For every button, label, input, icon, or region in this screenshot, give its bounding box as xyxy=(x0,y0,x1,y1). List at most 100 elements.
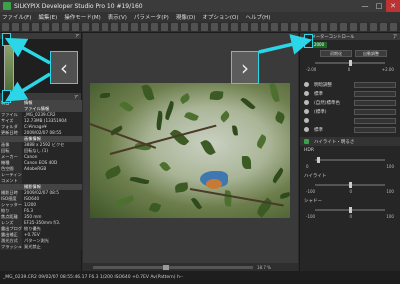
toolbar-icon[interactable] xyxy=(340,23,348,31)
toolbar-icon[interactable] xyxy=(230,23,238,31)
toolbar-icon[interactable] xyxy=(220,23,228,31)
menu-parameter[interactable]: パラメータ(P) xyxy=(134,13,169,21)
preview-area[interactable]: 18.7 % xyxy=(83,33,298,271)
toolbar-icon[interactable] xyxy=(131,23,139,31)
info-table: 項目情報ファイル情報ファイル_MG_0239.CR2サイズ12.73MB (13… xyxy=(0,100,82,250)
toolbar-icon[interactable] xyxy=(240,23,248,31)
toolbar-icon[interactable] xyxy=(380,23,388,31)
leaf xyxy=(163,100,176,121)
menu-view[interactable]: 表示(V) xyxy=(108,13,127,21)
preview-photo[interactable] xyxy=(90,83,290,218)
menu-file[interactable]: ファイル(F) xyxy=(2,13,31,21)
toolbar-icon[interactable] xyxy=(111,23,119,31)
hdr-slider[interactable] xyxy=(315,156,385,163)
parameter-control-header: パラメーターコントロール ア xyxy=(300,33,400,40)
value-box[interactable]: 2000 xyxy=(311,41,328,48)
close-button[interactable]: ✕ xyxy=(386,0,400,12)
toolbar-icon[interactable] xyxy=(2,23,9,31)
toolbar-icon[interactable] xyxy=(121,23,129,31)
param-dropdown[interactable] xyxy=(354,99,396,106)
toolbar-icon[interactable] xyxy=(181,23,189,31)
reset-button[interactable]: 初期化 xyxy=(320,50,352,57)
toolbar-icon[interactable] xyxy=(360,23,368,31)
toolbar-icon[interactable] xyxy=(91,23,99,31)
thumbnail-image[interactable] xyxy=(4,45,14,95)
toolbar-icon[interactable] xyxy=(310,23,318,31)
leaf xyxy=(231,125,239,136)
zoom-slider[interactable] xyxy=(93,264,253,270)
toolbar-icon[interactable] xyxy=(61,23,69,31)
toolbar-icon[interactable] xyxy=(141,23,149,31)
toolbar-icon[interactable] xyxy=(161,23,169,31)
toolbar-icon[interactable] xyxy=(260,23,268,31)
param-row[interactable]: 標準 xyxy=(300,125,400,134)
param-row[interactable] xyxy=(300,116,400,125)
toolbar-icon[interactable] xyxy=(191,23,199,31)
preview-scrollbar[interactable]: 18.7 % xyxy=(83,263,298,271)
menu-edit[interactable]: 編集(E) xyxy=(38,13,57,21)
hdr-slider-thumb[interactable] xyxy=(317,156,320,163)
toolbar-icon[interactable] xyxy=(370,23,378,31)
hi-slider[interactable] xyxy=(315,181,385,188)
next-image-button[interactable]: › xyxy=(231,51,259,84)
param-dropdown[interactable] xyxy=(354,117,396,124)
param-row[interactable]: (自然)標準色 xyxy=(300,98,400,107)
menu-mode[interactable]: 操作モード(M) xyxy=(64,13,101,21)
right-panel-toggle-highlight[interactable] xyxy=(304,34,313,48)
toolbar-icon[interactable] xyxy=(51,23,59,31)
zoom-slider-thumb[interactable] xyxy=(163,264,169,270)
toolbar-icon[interactable] xyxy=(350,23,358,31)
toolbar-icon[interactable] xyxy=(11,23,19,31)
left-panel-bottom-toggle-highlight[interactable] xyxy=(2,90,11,103)
toolbar-icon[interactable] xyxy=(320,23,328,31)
toolbar-icon[interactable] xyxy=(201,23,209,31)
toolbar-icon[interactable] xyxy=(151,23,159,31)
sh-slider-thumb[interactable] xyxy=(349,206,352,213)
param-dropdown[interactable] xyxy=(354,108,396,115)
toolbar-icon[interactable] xyxy=(31,23,39,31)
prev-image-button[interactable]: ‹ xyxy=(50,51,78,84)
param-row[interactable]: (標準) xyxy=(300,107,400,116)
leaf xyxy=(129,175,150,186)
hi-slider-thumb[interactable] xyxy=(349,181,352,188)
sh-slider[interactable] xyxy=(315,206,385,213)
maximize-button[interactable]: □ xyxy=(372,0,386,12)
toolbar-icon[interactable] xyxy=(300,23,308,31)
parameter-control-btn[interactable]: ア xyxy=(393,34,397,40)
highlight-section[interactable]: ハイライト・明るさ xyxy=(300,137,400,146)
leaf xyxy=(103,165,123,180)
toolbar-icon[interactable] xyxy=(330,23,338,31)
toolbar-icon[interactable] xyxy=(101,23,109,31)
param-dropdown[interactable] xyxy=(354,90,396,97)
param-row[interactable]: 標準 xyxy=(300,89,400,98)
toolbar-icon[interactable] xyxy=(71,23,79,31)
param-label: (自然)標準色 xyxy=(314,100,341,106)
highlight-icon xyxy=(304,139,309,144)
menu-develop[interactable]: 現像(D) xyxy=(176,13,196,21)
left-panel-top-toggle-highlight[interactable] xyxy=(2,33,11,46)
toolbar-icon[interactable] xyxy=(270,23,278,31)
toolbar-icon[interactable] xyxy=(211,23,218,31)
toolbar-icon[interactable] xyxy=(290,23,298,31)
toolbar-icon[interactable] xyxy=(280,23,288,31)
toolbar-icon[interactable] xyxy=(21,23,29,31)
app-logo xyxy=(3,2,11,10)
param-dropdown[interactable] xyxy=(354,81,396,88)
info-header-btn[interactable]: ア xyxy=(74,94,78,100)
toolbar-icon[interactable] xyxy=(390,23,398,31)
minimize-button[interactable]: — xyxy=(358,0,372,12)
toolbar-icon[interactable] xyxy=(250,23,258,31)
exposure-slider-thumb[interactable] xyxy=(349,59,352,66)
param-dropdown[interactable] xyxy=(354,126,396,133)
param-row[interactable]: 明暗調整 xyxy=(300,80,400,89)
auto-adjust-button[interactable]: 自動調整 xyxy=(355,50,387,57)
menu-option[interactable]: オプション(O) xyxy=(202,13,238,21)
bird-belly xyxy=(206,179,222,189)
leaf xyxy=(269,83,280,103)
hdr-row: HDR xyxy=(300,146,400,155)
toolbar-icon[interactable] xyxy=(41,23,49,31)
exposure-slider[interactable] xyxy=(315,59,385,66)
toolbar-icon[interactable] xyxy=(171,23,179,31)
toolbar-icon[interactable] xyxy=(81,23,89,31)
menu-help[interactable]: ヘルプ(H) xyxy=(245,13,270,21)
